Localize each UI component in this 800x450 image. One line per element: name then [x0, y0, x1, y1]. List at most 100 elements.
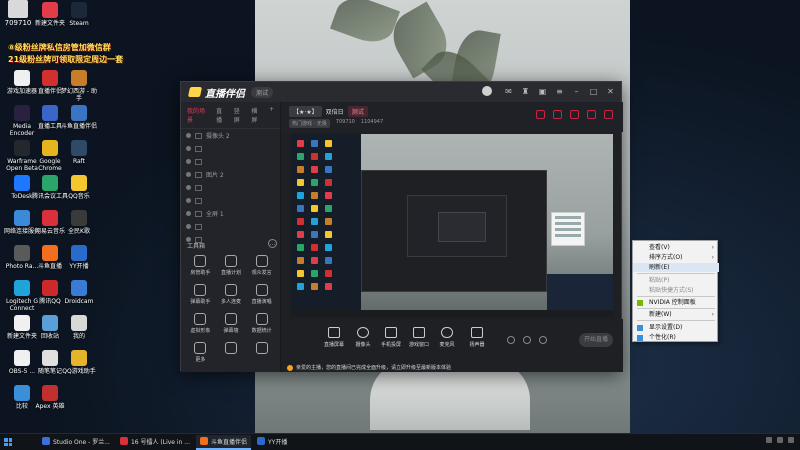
tool-item[interactable]: 虚拟形象	[185, 313, 216, 334]
visibility-eye-icon[interactable]	[186, 185, 191, 190]
add-scene-icon[interactable]: +	[269, 106, 274, 124]
start-live-button[interactable]: 开始直播	[579, 333, 613, 347]
bag-icon[interactable]	[587, 110, 596, 119]
tab-my-scenes[interactable]: 我的场景	[187, 106, 210, 124]
tool-item[interactable]	[246, 342, 277, 363]
context-menu-item[interactable]: 个性化(R)	[633, 333, 719, 342]
phone-cast-button[interactable]: 手机投屏	[378, 327, 404, 348]
tool-item[interactable]: 直播计划	[216, 255, 247, 276]
taskbar-task[interactable]: 斗鱼直播伴侣	[196, 434, 252, 450]
tab-live[interactable]: 直播	[216, 106, 228, 124]
app-titlebar[interactable]: 直播伴侣 测试 ✉ ♜ ▣ ≡ – □ ✕	[181, 82, 621, 102]
shirt-icon[interactable]: ♜	[521, 87, 530, 96]
record-icon[interactable]	[507, 336, 515, 344]
room-category[interactable]: 热门游戏 · 无畏	[289, 119, 330, 128]
settings-icon[interactable]	[539, 336, 547, 344]
source-row[interactable]: 全屏 1	[181, 207, 280, 220]
visibility-eye-icon[interactable]	[186, 211, 191, 216]
desktop-icon[interactable]: Steam	[61, 2, 97, 27]
desktop-icon[interactable]: Apex 英雄	[32, 385, 68, 410]
visibility-eye-icon[interactable]	[186, 198, 191, 203]
maximize-icon[interactable]: □	[589, 87, 598, 96]
toolbox-more-icon[interactable]: …	[268, 239, 277, 248]
visibility-eye-icon[interactable]	[186, 146, 191, 151]
close-icon[interactable]: ✕	[606, 87, 615, 96]
taskbar-task[interactable]: YY开播	[253, 435, 291, 450]
tool-item[interactable]: 更多	[185, 342, 216, 363]
visibility-eye-icon[interactable]	[186, 159, 191, 164]
desktop-icon[interactable]: Raft	[61, 140, 97, 165]
phone-cast-label: 手机投屏	[380, 342, 401, 348]
tool-item[interactable]: 直播演唱	[246, 284, 277, 305]
source-row[interactable]: 摄像头 2	[181, 129, 280, 142]
visibility-eye-icon[interactable]	[186, 133, 191, 138]
source-row[interactable]: 图片 2	[181, 168, 280, 181]
tool-item[interactable]: 数据统计	[246, 313, 277, 334]
menu-separator	[637, 273, 715, 274]
game-window-button[interactable]: 游戏窗口	[406, 327, 432, 348]
microphone-button[interactable]: 麦克风	[434, 327, 460, 348]
tool-label: 弹幕助手	[190, 299, 211, 305]
version-badge[interactable]: 测试	[251, 86, 274, 98]
tray-icon[interactable]	[788, 437, 794, 443]
desktop-icon[interactable]: Droidcam	[61, 280, 97, 305]
desktop-icon[interactable]: 梦幻西游 - 助手	[61, 70, 97, 102]
context-menu-item[interactable]: NVIDIA 控制面板	[633, 298, 719, 307]
context-menu-item[interactable]: 粘贴快捷方式(S)	[633, 286, 719, 295]
stream-preview[interactable]	[291, 134, 613, 317]
desktop-icon[interactable]: QQ游戏助手	[61, 350, 97, 375]
tool-item[interactable]	[216, 342, 247, 363]
tool-item[interactable]: 弹幕墙	[216, 313, 247, 334]
tool-item[interactable]: 弹幕助手	[185, 284, 216, 305]
start-button[interactable]	[0, 434, 16, 450]
menu-icon[interactable]: ≡	[555, 87, 564, 96]
chat-icon[interactable]	[570, 110, 579, 119]
source-row[interactable]	[181, 155, 280, 168]
source-row[interactable]	[181, 142, 280, 155]
tab-horizontal[interactable]: 横屏	[251, 106, 263, 124]
menu-separator	[637, 296, 715, 297]
preview-desktop-icon	[297, 244, 304, 251]
refresh-icon[interactable]	[523, 336, 531, 344]
desktop-icon[interactable]: 斗鱼直播伴侣	[61, 105, 97, 130]
steam-icon	[71, 2, 87, 18]
tool-item[interactable]: 房管助手	[185, 255, 216, 276]
phone-cast-icon	[385, 327, 397, 338]
tray-icon[interactable]	[777, 437, 783, 443]
context-menu-item[interactable]: 查看(V) ›	[633, 243, 719, 252]
taskbar-task[interactable]: 16 号擂人 (Live in ...	[116, 435, 194, 450]
camera-button[interactable]: 摄像头	[350, 327, 376, 348]
source-row[interactable]	[181, 194, 280, 207]
data-panel-icon[interactable]	[553, 110, 562, 119]
taskbar-task[interactable]: Studio One - 罗兰...	[38, 435, 114, 450]
context-menu-item[interactable]: 排序方式(O) ›	[633, 253, 719, 262]
speaker-button[interactable]: 扬声器	[464, 327, 490, 348]
tool-item[interactable]: 观众发言	[246, 255, 277, 276]
context-menu-item[interactable]: 显示设置(D)	[633, 323, 719, 332]
tab-vertical[interactable]: 竖屏	[234, 106, 246, 124]
desktop-icon[interactable]: YY开播	[61, 245, 97, 270]
screen-share-button[interactable]: 直播屏幕	[321, 327, 347, 348]
desktop-icon[interactable]: 我的	[61, 315, 97, 340]
tray-icon[interactable]	[766, 437, 772, 443]
tool-item[interactable]: 多人连麦	[216, 284, 247, 305]
upgrade-notice-text: 亲爱的主播，您的直播间已完成全面升级，请立即升级至最新版本体验	[296, 365, 452, 371]
user-avatar[interactable]	[482, 86, 492, 96]
gift-icon[interactable]: ▣	[538, 87, 547, 96]
context-menu-item[interactable]: 粘贴(P)	[633, 276, 719, 285]
desktop-icon[interactable]: QQ音乐	[61, 175, 97, 200]
visibility-eye-icon[interactable]	[186, 172, 191, 177]
source-row[interactable]	[181, 181, 280, 194]
bell-icon[interactable]	[604, 110, 613, 119]
source-row[interactable]	[181, 220, 280, 233]
gift-box-icon[interactable]	[536, 110, 545, 119]
radio-icon	[42, 70, 58, 86]
context-menu-item[interactable]: 刷新(E)	[633, 263, 719, 272]
desktop-icon[interactable]: 全民K歌	[61, 210, 97, 235]
source-type-icon	[195, 197, 202, 204]
minimize-icon[interactable]: –	[572, 87, 581, 96]
visibility-eye-icon[interactable]	[186, 224, 191, 229]
context-menu-item[interactable]: 新建(W) ›	[633, 310, 719, 319]
message-icon[interactable]: ✉	[504, 87, 513, 96]
room-title[interactable]: 双倍日	[326, 107, 344, 116]
